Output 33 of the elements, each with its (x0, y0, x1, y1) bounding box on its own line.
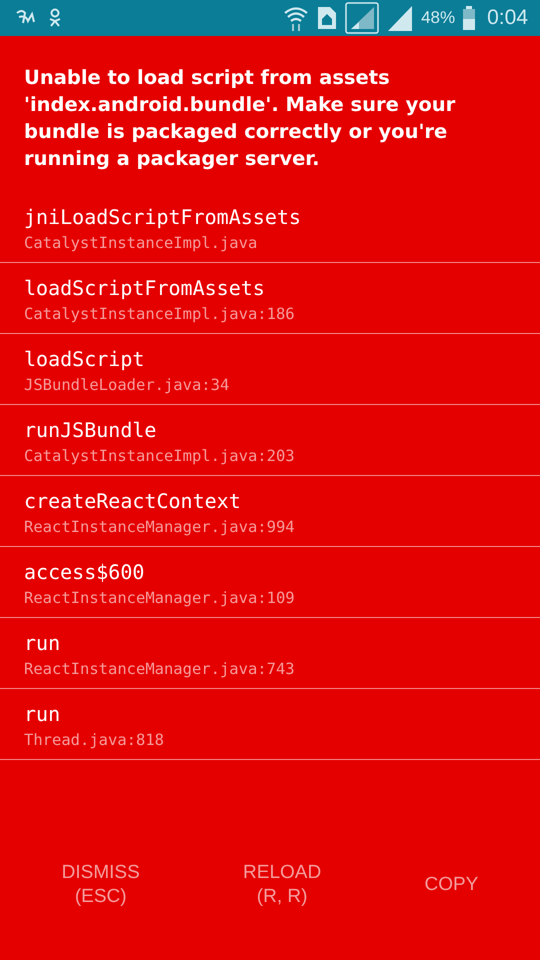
stack-frame[interactable]: createReactContext ReactInstanceManager.java:994 (0, 476, 540, 547)
method-name: run (24, 701, 62, 728)
method-name: loadScript (24, 346, 146, 373)
file-location: JSBundleLoader.java:34 (24, 375, 230, 396)
stack-frame[interactable]: runJSBundle CatalystInstanceImpl.java:203 (0, 405, 540, 476)
signal-icon (387, 4, 414, 32)
method-name: runJSBundle (24, 417, 158, 444)
file-location: ReactInstanceManager.java:743 (24, 659, 296, 680)
method-name: jniLoadScriptFromAssets (24, 204, 302, 231)
file-location: CatalystInstanceImpl.java:186 (24, 304, 296, 325)
clock: 0:04 (487, 6, 528, 30)
signal-icon (345, 2, 380, 34)
file-location: ReactInstanceManager.java:994 (24, 517, 296, 538)
stack-frame[interactable]: run ReactInstanceManager.java:743 (0, 618, 540, 689)
file-location: Thread.java:818 (24, 730, 165, 751)
method-name: loadScriptFromAssets (24, 275, 266, 302)
battery-percentage: 48% (421, 8, 456, 28)
file-location: ReactInstanceManager.java:109 (24, 588, 296, 609)
stack-frame[interactable]: run Thread.java:818 (0, 689, 540, 760)
stack-frame[interactable]: loadScript JSBundleLoader.java:34 (0, 334, 540, 405)
method-name: access$600 (24, 559, 146, 586)
method-name: run (24, 630, 62, 657)
file-location: CatalystInstanceImpl.java (24, 233, 258, 254)
stack-frame[interactable]: access$600 ReactInstanceManager.java:109 (0, 547, 540, 618)
person-icon (48, 8, 62, 28)
stack-frame[interactable]: jniLoadScriptFromAssets CatalystInstanceImpl.java (0, 192, 540, 263)
wifi-icon (283, 5, 310, 31)
sim-card-icon (317, 6, 338, 30)
method-name: createReactContext (24, 488, 242, 515)
file-location: CatalystInstanceImpl.java:203 (24, 446, 296, 467)
error-message: Unable to load script from assets 'index.android.bundle'. Make sure your bundle is packaged correctly or you're running a packager server. (23, 65, 456, 172)
battery-icon (463, 6, 476, 30)
stack-frame[interactable]: loadScriptFromAssets CatalystInstanceImpl.java:186 (0, 263, 540, 334)
